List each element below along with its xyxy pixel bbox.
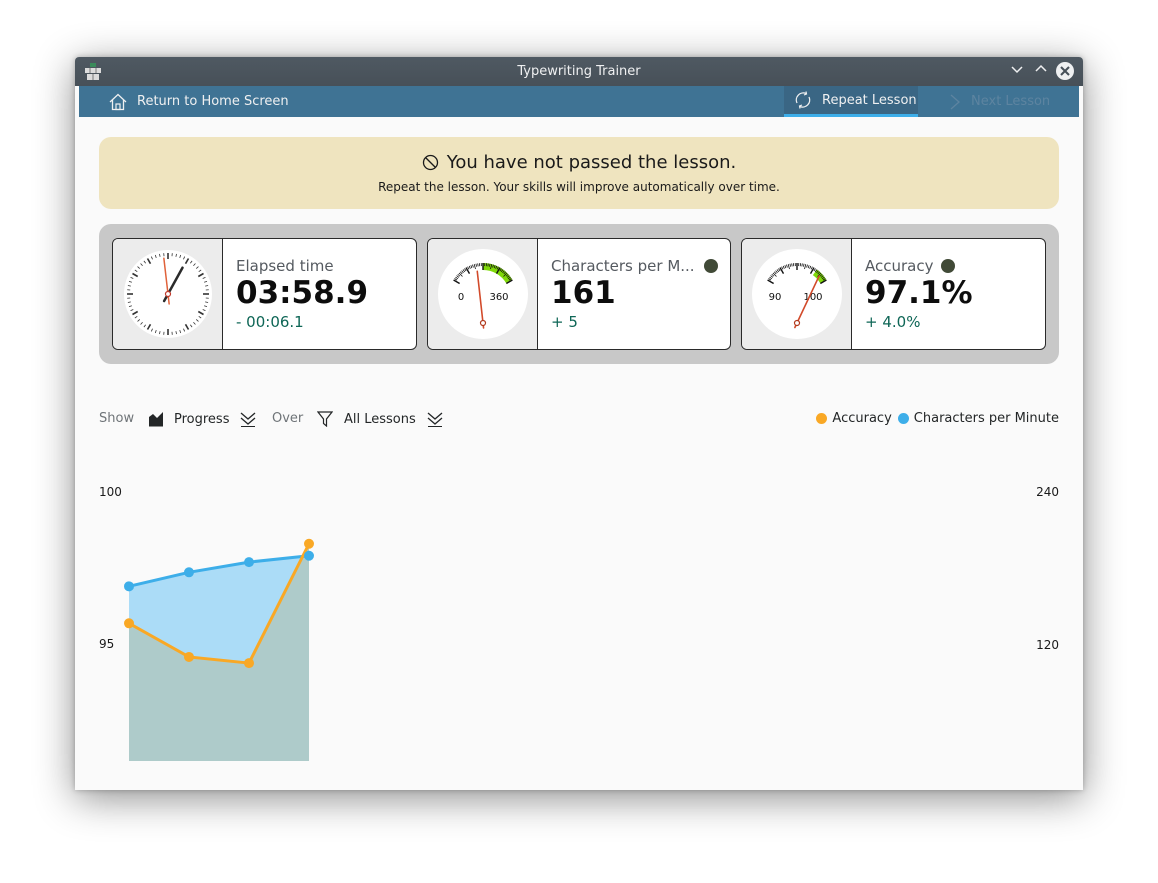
legend-accuracy-swatch bbox=[816, 413, 828, 424]
return-home-label: Return to Home Screen bbox=[137, 94, 289, 109]
accuracy-status-indicator bbox=[941, 259, 956, 273]
progress-chart: 100 95 240 120 bbox=[79, 447, 1079, 790]
title-bar[interactable]: Typewriting Trainer bbox=[75, 57, 1083, 86]
accuracy-card: 90 100 Accuracy 97.1% + 4.0% bbox=[741, 238, 1046, 350]
clock-center bbox=[164, 290, 172, 298]
gauge-min-label: 90 bbox=[769, 292, 782, 303]
elapsed-time-card: Elapsed time 03:58.9 - 00:06.1 bbox=[112, 238, 417, 350]
chart-legend: Accuracy Characters per Minute bbox=[816, 411, 1059, 426]
window-title: Typewriting Trainer bbox=[517, 64, 641, 79]
accuracy-point bbox=[124, 618, 134, 629]
cpm-point bbox=[184, 567, 194, 578]
repeat-lesson-button[interactable]: Repeat Lesson bbox=[784, 86, 918, 117]
area-chart-icon bbox=[149, 412, 163, 427]
stats-panel: Elapsed time 03:58.9 - 00:06.1 0 360 Char… bbox=[99, 224, 1059, 364]
accuracy-diff: + 4.0% bbox=[865, 313, 921, 331]
show-value: Progress bbox=[174, 411, 230, 427]
chevron-down-icon bbox=[1011, 66, 1023, 74]
cpm-status-indicator bbox=[704, 259, 718, 273]
gauge-min-label: 0 bbox=[458, 292, 464, 303]
banner-subtitle: Repeat the lesson. Your skills will impr… bbox=[378, 180, 780, 194]
double-chevron-down-icon bbox=[427, 412, 443, 427]
gauge-max-label: 360 bbox=[489, 292, 508, 303]
cpm-diff: + 5 bbox=[551, 313, 578, 331]
over-selector[interactable]: All Lessons bbox=[317, 411, 444, 427]
left-axis-tick: 100 bbox=[99, 485, 122, 499]
over-value: All Lessons bbox=[344, 411, 416, 427]
chart-controls: Show Progress Over All Lessons Accuracy … bbox=[99, 404, 1059, 434]
accuracy-gauge-icon: 90 100 bbox=[752, 249, 842, 339]
cpm-point bbox=[244, 557, 254, 568]
gauge-needle-pivot bbox=[479, 319, 487, 327]
double-chevron-down-icon bbox=[241, 412, 256, 427]
accuracy-value: 97.1% bbox=[865, 275, 973, 311]
right-axis-tick: 240 bbox=[1036, 485, 1059, 499]
chart-canvas bbox=[99, 454, 1059, 762]
cpm-label: Characters per M... bbox=[551, 257, 695, 275]
cpm-point bbox=[124, 581, 134, 592]
minimize-button[interactable] bbox=[1008, 62, 1026, 80]
close-icon bbox=[1060, 66, 1070, 76]
refresh-icon bbox=[795, 91, 811, 109]
result-banner: You have not passed the lesson. Repeat t… bbox=[99, 137, 1059, 209]
home-icon bbox=[109, 93, 127, 110]
cpm-card: 0 360 Characters per M... 161 + 5 bbox=[427, 238, 731, 350]
banner-title: You have not passed the lesson. bbox=[446, 152, 737, 173]
show-selector[interactable]: Progress bbox=[148, 411, 257, 427]
accuracy-point bbox=[304, 538, 314, 549]
next-lesson-button[interactable]: Next Lesson bbox=[949, 86, 1050, 117]
close-button[interactable] bbox=[1056, 62, 1074, 80]
accuracy-point bbox=[184, 651, 194, 662]
return-home-button[interactable]: Return to Home Screen bbox=[109, 86, 289, 117]
gauge-needle-pivot bbox=[793, 319, 801, 327]
forbidden-icon bbox=[422, 154, 438, 171]
cpm-gauge-icon: 0 360 bbox=[438, 249, 528, 339]
elapsed-time-label: Elapsed time bbox=[236, 257, 334, 275]
next-lesson-label: Next Lesson bbox=[971, 94, 1051, 109]
clock-icon bbox=[124, 250, 212, 338]
over-label: Over bbox=[272, 411, 304, 426]
show-label: Show bbox=[99, 411, 135, 426]
maximize-button[interactable] bbox=[1032, 62, 1050, 80]
chevron-right-icon bbox=[950, 94, 960, 109]
app-window: Typewriting Trainer Return to Home Scree… bbox=[75, 57, 1083, 790]
accuracy-point bbox=[244, 658, 254, 669]
results-page: You have not passed the lesson. Repeat t… bbox=[79, 117, 1079, 790]
cpm-value: 161 bbox=[551, 275, 616, 311]
elapsed-time-value: 03:58.9 bbox=[236, 275, 369, 311]
cpm-point bbox=[304, 550, 314, 561]
right-axis-tick: 120 bbox=[1036, 638, 1059, 652]
toolbar: Return to Home Screen Repeat Lesson Next… bbox=[79, 86, 1079, 117]
chevron-up-icon bbox=[1035, 64, 1047, 72]
filter-icon bbox=[317, 411, 333, 427]
elapsed-time-diff: - 00:06.1 bbox=[236, 313, 304, 331]
legend-cpm-label: Characters per Minute bbox=[913, 411, 1059, 426]
legend-accuracy-label: Accuracy bbox=[832, 411, 892, 426]
accuracy-label: Accuracy bbox=[865, 257, 934, 275]
repeat-lesson-label: Repeat Lesson bbox=[822, 92, 917, 108]
left-axis-tick: 95 bbox=[99, 637, 115, 651]
legend-cpm-swatch bbox=[897, 413, 909, 424]
